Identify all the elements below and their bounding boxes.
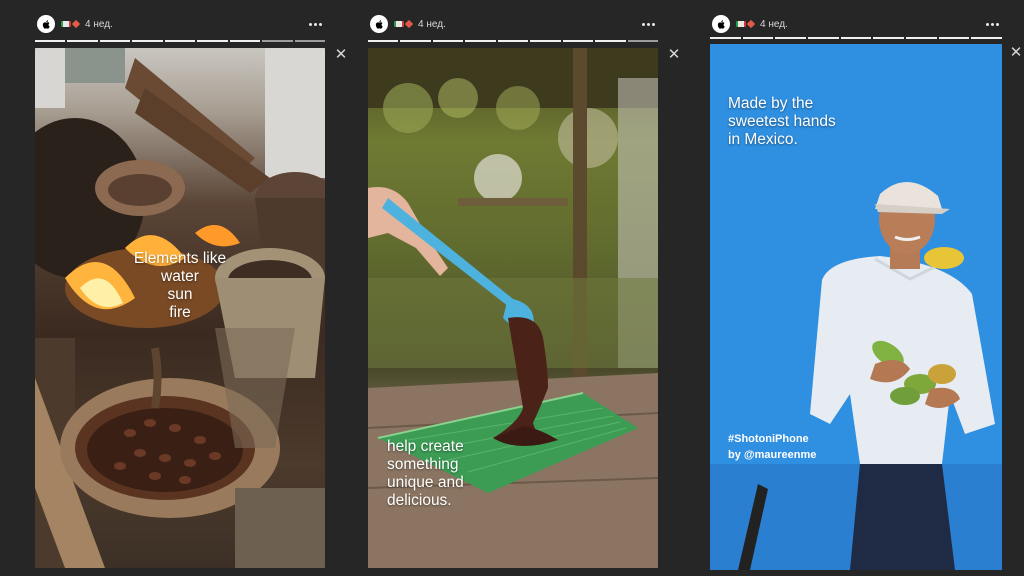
flag-emoji-icon — [736, 19, 756, 29]
story-caption: Made by the sweetest hands in Mexico. — [728, 95, 836, 148]
story-photo-banana-leaf[interactable]: help create something unique and delicio… — [368, 48, 658, 568]
story-progress-bar — [710, 37, 1003, 39]
story-card-3[interactable]: 4 нед. Made by the sweetest hands in Mex… — [710, 0, 1003, 576]
story-card-1[interactable]: 4 нед. Elements like water sun fire — [35, 0, 325, 576]
apple-logo-icon[interactable] — [37, 15, 55, 33]
more-dots-icon[interactable] — [305, 14, 325, 34]
close-icon[interactable]: ✕ — [1008, 45, 1024, 61]
credit-text[interactable]: by @maureenme — [728, 447, 816, 463]
story-progress-bar — [35, 40, 325, 42]
story-header: 4 нед. — [710, 10, 1002, 38]
story-time: 4 нед. — [85, 18, 113, 30]
more-dots-icon[interactable] — [638, 14, 658, 34]
story-header: 4 нед. — [35, 10, 325, 38]
flag-emoji-icon — [61, 19, 81, 29]
story-caption: Elements like water sun fire — [133, 250, 227, 321]
story-time: 4 нед. — [760, 18, 788, 30]
story-header: 4 нед. — [368, 10, 658, 38]
story-progress-bar — [368, 40, 658, 42]
story-caption: help create something unique and delicio… — [387, 438, 464, 509]
apple-logo-icon[interactable] — [370, 15, 388, 33]
story-photo-clay-pots[interactable]: Elements like water sun fire — [35, 48, 325, 568]
story-time: 4 нед. — [418, 18, 446, 30]
apple-logo-icon[interactable] — [712, 15, 730, 33]
more-dots-icon[interactable] — [982, 14, 1002, 34]
close-icon[interactable]: ✕ — [666, 47, 682, 63]
story-card-2[interactable]: 4 нед. help create something unique and … — [368, 0, 658, 576]
story-photo-cacao-farmer[interactable]: Made by the sweetest hands in Mexico. #S… — [710, 44, 1002, 570]
close-icon[interactable]: ✕ — [333, 47, 349, 63]
hashtag-text[interactable]: #ShotoniPhone — [728, 431, 809, 447]
flag-emoji-icon — [394, 19, 414, 29]
